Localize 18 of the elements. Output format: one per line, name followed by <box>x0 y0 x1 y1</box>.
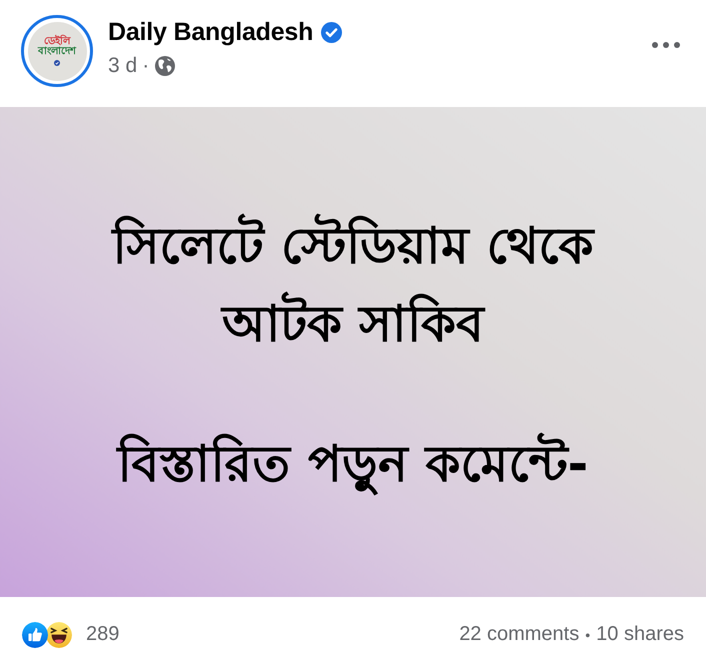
read-more-text: বিস্তারিত পড়ুন কমেন্টে- <box>118 425 588 503</box>
check-badge-icon <box>54 60 60 66</box>
page-avatar[interactable]: ডেইলি বাংলাদেশ <box>21 15 93 87</box>
like-reaction-icon[interactable] <box>22 622 48 648</box>
comments-count[interactable]: 22 comments <box>459 623 580 646</box>
page-name[interactable]: Daily Bangladesh <box>108 18 314 46</box>
text-post-background[interactable]: সিলেটে স্টেডিয়াম থেকে আটক সাকিব বিস্তারিত পড়ুন কমেন্টে- <box>0 107 706 597</box>
shares-count[interactable]: 10 shares <box>596 623 684 646</box>
headline-text: সিলেটে স্টেডিয়াম থেকে আটক সাকিব <box>73 207 633 363</box>
logo-text: ডেইলি <box>44 36 70 46</box>
globe-icon <box>155 56 176 76</box>
separator-dot: • <box>585 626 590 642</box>
logo-text: বাংলাদেশ <box>38 46 76 56</box>
reaction-count[interactable]: 289 <box>86 623 120 646</box>
laughing-emoji-icon[interactable] <box>46 622 72 648</box>
post-time[interactable]: 3 d <box>108 54 138 78</box>
separator-dot: · <box>142 54 150 78</box>
more-icon <box>652 42 680 48</box>
